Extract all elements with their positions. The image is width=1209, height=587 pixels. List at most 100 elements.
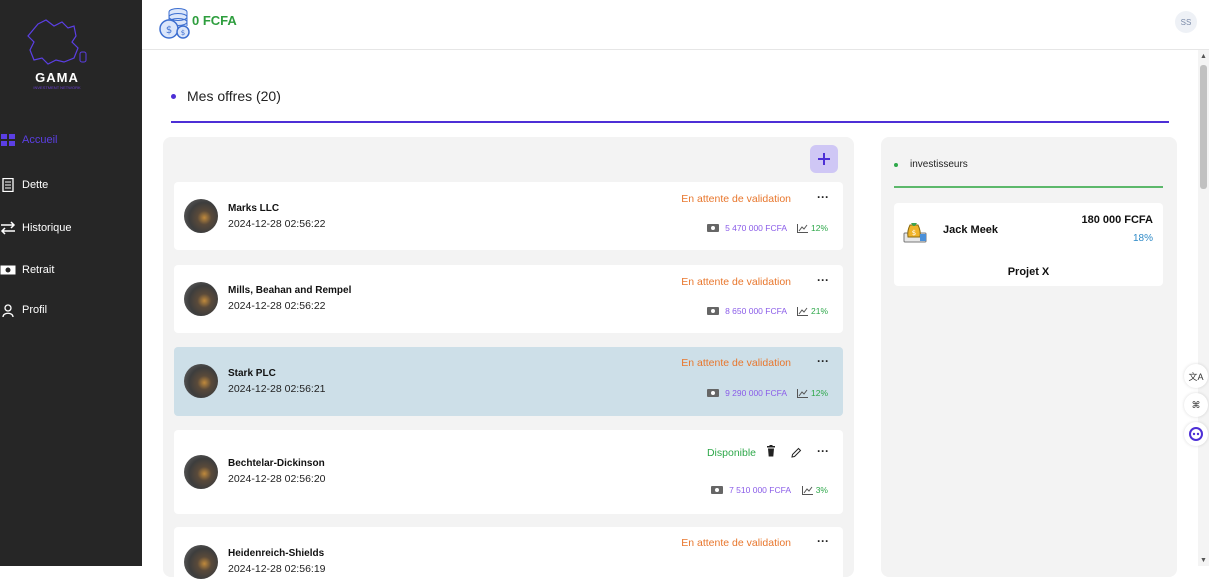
money-bag-icon: $	[902, 219, 929, 243]
sidebar-item-profil[interactable]: Profil	[0, 300, 47, 320]
investor-card[interactable]: $ Jack Meek 180 000 FCFA 18% Projet X	[894, 203, 1163, 286]
sidebar-item-dette[interactable]: Dette	[0, 175, 48, 195]
sidebar: GAMA INVESTMENT NETWORK Accueil Dette Hi…	[0, 0, 142, 566]
trend-icon	[796, 306, 808, 316]
page-scrollbar[interactable]: ▲ ▼	[1198, 50, 1209, 566]
more-options-button[interactable]: ···	[817, 444, 829, 458]
offer-avatar	[184, 199, 218, 233]
command-icon[interactable]: ⌘	[1184, 393, 1208, 417]
sidebar-item-label: Dette	[22, 179, 49, 191]
offer-rate-text: 21%	[810, 306, 828, 316]
scroll-up-arrow-icon[interactable]: ▲	[1200, 53, 1207, 60]
floating-toolbar: 文A ⌘	[1184, 364, 1209, 451]
title-divider	[171, 121, 1169, 123]
offer-card[interactable]: Marks LLC 2024-12-28 02:56:22 En attente…	[174, 182, 843, 250]
offer-amount-text: 5 470 000 FCFA	[725, 223, 787, 233]
offer-amount: 8 650 000 FCFA	[707, 306, 787, 316]
sidebar-item-label: Accueil	[22, 134, 58, 146]
sidebar-item-accueil[interactable]: Accueil	[0, 130, 57, 150]
offer-card[interactable]: Mills, Beahan and Rempel 2024-12-28 02:5…	[174, 265, 843, 333]
offer-status: En attente de validation	[681, 537, 791, 549]
offer-card[interactable]: Bechtelar-Dickinson 2024-12-28 02:56:20 …	[174, 430, 843, 514]
offer-amount-text: 7 510 000 FCFA	[729, 485, 791, 495]
sidebar-item-label: Historique	[22, 222, 72, 234]
offer-name: Marks LLC	[228, 203, 280, 214]
trend-icon	[796, 388, 808, 398]
offer-status: Disponible	[706, 447, 756, 459]
offer-avatar	[184, 455, 218, 489]
offer-rate: 3%	[801, 485, 828, 495]
offer-date: 2024-12-28 02:56:22	[228, 300, 326, 312]
offer-rate-text: 12%	[810, 388, 828, 398]
receipt-icon	[0, 178, 16, 192]
offer-rate-text: 12%	[810, 223, 828, 233]
more-options-button[interactable]: ···	[817, 273, 829, 287]
offer-date: 2024-12-28 02:56:19	[228, 563, 326, 575]
logo-text: GAMA	[35, 70, 79, 85]
svg-text:$: $	[166, 25, 172, 36]
offer-name: Stark PLC	[228, 368, 276, 379]
offer-status: En attente de validation	[681, 276, 791, 288]
offer-amount: 7 510 000 FCFA	[711, 485, 791, 495]
investors-heading: investisseurs	[894, 159, 968, 170]
offer-amount-text: 8 650 000 FCFA	[725, 306, 787, 316]
investor-project: Projet X	[1007, 266, 1050, 278]
add-offer-button[interactable]	[810, 145, 838, 173]
cash-icon	[711, 486, 724, 494]
more-options-button[interactable]: ···	[817, 190, 829, 204]
trend-icon	[801, 485, 813, 495]
offers-panel: Marks LLC 2024-12-28 02:56:22 En attente…	[163, 137, 854, 587]
title-bullet	[171, 93, 176, 99]
cash-icon	[707, 389, 720, 397]
cash-icon	[707, 307, 720, 315]
heading-bullet	[894, 162, 898, 167]
translate-icon[interactable]: 文A	[1184, 364, 1208, 388]
grid-icon	[0, 133, 16, 147]
offer-avatar	[184, 282, 218, 316]
offer-rate: 12%	[796, 223, 828, 233]
sidebar-item-label: Profil	[22, 304, 48, 316]
cash-icon	[707, 224, 720, 232]
assistant-bot-icon[interactable]	[1184, 422, 1208, 446]
investors-panel: investisseurs $ Jack Meek 180 000 FCFA 1…	[881, 137, 1177, 577]
logo-subtitle: INVESTMENT NETWORK	[33, 85, 81, 90]
svg-text:$: $	[181, 29, 185, 37]
trash-icon[interactable]	[766, 445, 776, 460]
offer-rate: 12%	[796, 388, 828, 398]
investor-name: Jack Meek	[943, 224, 999, 236]
offer-date: 2024-12-28 02:56:21	[228, 383, 326, 395]
top-bar: $ $ 0 FCFA SS	[142, 0, 1209, 50]
offer-avatar	[184, 545, 218, 579]
offer-card[interactable]: Stark PLC 2024-12-28 02:56:21 En attente…	[174, 347, 843, 416]
offer-status: En attente de validation	[681, 357, 791, 369]
offer-date: 2024-12-28 02:56:20	[228, 473, 326, 485]
investors-divider	[894, 186, 1163, 188]
svg-text:$: $	[912, 229, 916, 237]
scroll-thumb[interactable]	[1200, 65, 1207, 189]
coins-icon: $ $	[157, 4, 191, 40]
gabon-map-icon	[27, 19, 87, 65]
offer-name: Heidenreich-Shields	[228, 548, 325, 559]
more-options-button[interactable]: ···	[817, 534, 829, 548]
investors-heading-text: investisseurs	[910, 159, 968, 170]
user-avatar[interactable]: SS	[1175, 11, 1197, 33]
offer-avatar	[184, 364, 218, 398]
balance-amount: 0 FCFA	[192, 13, 237, 28]
sidebar-item-historique[interactable]: Historique	[0, 218, 72, 238]
investor-rate: 18%	[1132, 233, 1153, 244]
user-icon	[0, 303, 16, 317]
sidebar-item-retrait[interactable]: Retrait	[0, 260, 54, 280]
cash-icon	[0, 263, 16, 277]
offer-name: Bechtelar-Dickinson	[228, 458, 325, 469]
offer-rate-text: 3%	[815, 485, 828, 495]
more-options-button[interactable]: ···	[817, 354, 829, 368]
trend-icon	[796, 223, 808, 233]
offer-amount-text: 9 290 000 FCFA	[725, 388, 787, 398]
gama-logo[interactable]: GAMA INVESTMENT NETWORK	[24, 18, 90, 90]
offer-status: En attente de validation	[681, 193, 791, 205]
offer-rate: 21%	[796, 306, 828, 316]
offer-date: 2024-12-28 02:56:22	[228, 218, 326, 230]
offer-card[interactable]: Heidenreich-Shields 2024-12-28 02:56:19 …	[174, 527, 843, 587]
scroll-down-arrow-icon[interactable]: ▼	[1200, 557, 1207, 564]
edit-pencil-icon[interactable]	[791, 447, 802, 461]
